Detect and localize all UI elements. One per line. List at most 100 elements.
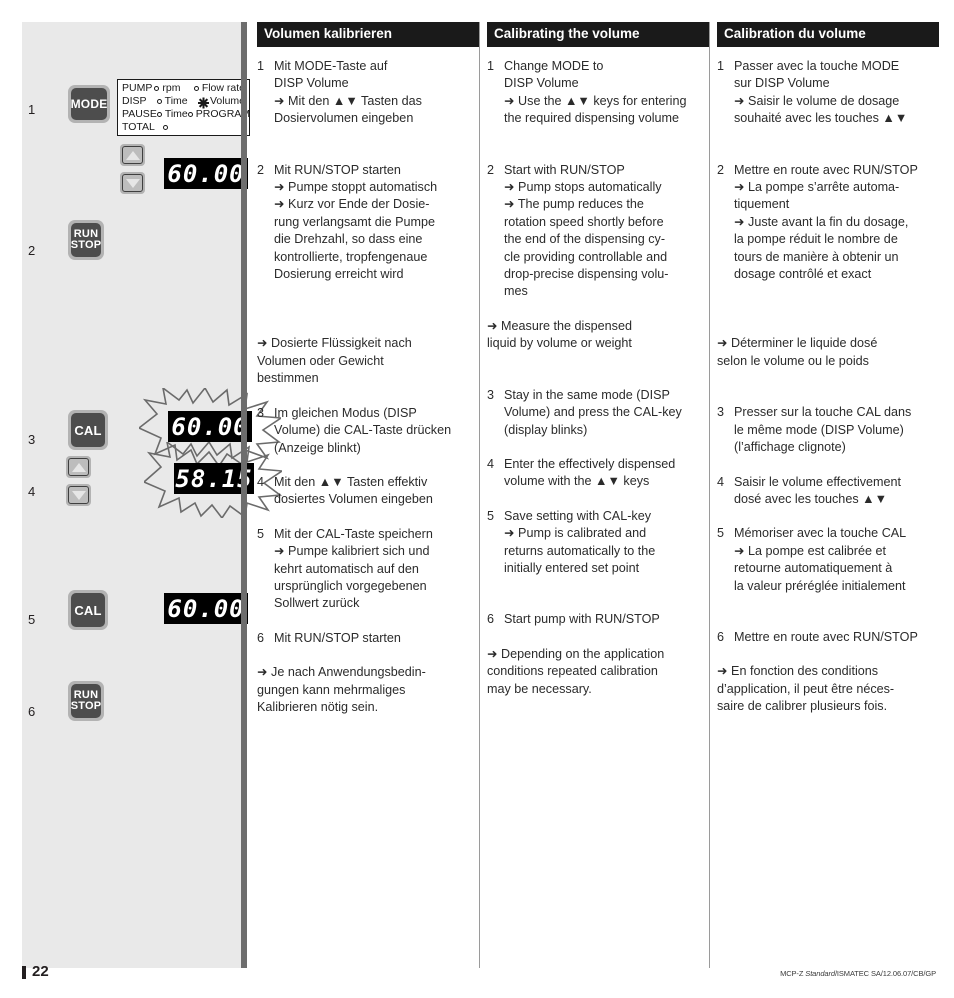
step-text-line: dosé avec les touches ▲▼ [734,491,888,506]
instruction-step: 2 Mit RUN/STOP starten ➜ Pumpe stoppt auto… [257,162,479,284]
step-text-line: retourne automatiquement à [734,561,893,576]
step-text-line: tours de manière à obtenir un [734,249,899,264]
step-text-line: la pompe réduit le nombre de [734,232,898,247]
step-number: 1 [487,59,495,73]
step-text: Start pump with RUN/STOP [504,611,709,628]
step-text-line: Mémoriser avec la touche CAL [734,526,907,541]
step-text: Mémoriser avec la touche CAL ➜ La pompe e… [734,525,945,595]
instruction-step: 5 Save setting with CAL-key ➜ Pump is cali… [487,508,709,578]
step-text-line: tiquement [734,197,790,212]
instruction-step: 3 Im gleichen Modus (DISP Volume) die CAL-… [257,405,479,457]
up-arrow-button-step4[interactable] [66,456,91,478]
step-text-line: le même mode (DISP Volume) [734,422,904,437]
down-arrow-button[interactable] [120,172,145,194]
step-number: 6 [257,630,265,645]
step-text: Mettre en route avec RUN/STOP [734,629,945,646]
step-text-line: Start with RUN/STOP [504,162,625,177]
step-text-line: ➜ La pompe est calibrée et [734,543,886,558]
cal-button-label: CAL [74,422,102,438]
step-text-line: returns automatically to the [504,543,656,558]
step-text-line: souhaité avec les touches ▲▼ [734,111,908,126]
mode-row-label-pause: PAUSE [122,108,157,120]
step-number: 6 [717,629,725,644]
manual-page: 1 MODE PUMP rpm Flow rate DISP Time Volu… [0,0,954,998]
illustration-panel-edge [241,22,247,968]
radio-dot-icon [156,99,162,104]
step-text: Presser sur la touche CAL dans le même mo… [734,404,945,456]
step-number: 2 [257,162,265,177]
step-text-line: kehrt automatisch auf den [274,561,419,576]
down-arrow-button-step4[interactable] [66,484,91,506]
instruction-step: 6 Mit RUN/STOP starten [257,630,479,647]
mode-option-time-disp: Time [164,95,188,107]
step-text-line: mes [504,284,528,299]
step-text-line: Mit den ▲▼ Tasten effektiv [274,474,428,489]
mode-option-rpm: rpm [162,82,181,94]
step-text-line: ➜ La pompe s’arrête automa- [734,180,900,195]
cal-button-step3[interactable]: CAL [68,410,108,450]
triangle-down-icon [71,490,86,500]
mode-row-label-disp: DISP [122,95,147,107]
note-text-line: selon le volume ou le poids [717,353,869,368]
instruction-note: ➜ Déterminer le liquide dosé selon le vol… [717,335,945,370]
illustration-panel: 1 MODE PUMP rpm Flow rate DISP Time Volu… [22,22,282,968]
step-text-line: ursprünglich vorgegebenen [274,578,427,593]
instruction-step: 5 Mémoriser avec la touche CAL ➜ La pompe … [717,525,945,595]
note-text-line: gungen kann mehrmaliges [257,682,406,697]
step-text-line: Mit RUN/STOP starten [274,630,401,645]
step-text: Mit den ▲▼ Tasten effektiv dosiertes Volu… [274,474,479,509]
step-text-line: ➜ Pumpe stoppt automatisch [274,180,438,195]
run-stop-button-step6[interactable]: RUN STOP [68,681,104,721]
lcd-display-step1: 60.00 [164,158,248,189]
instruction-note: ➜ Measure the dispensed liquid by volume … [487,318,709,353]
cal-button-step5[interactable]: CAL [68,590,108,630]
instruction-step: 2 Mettre en route avec RUN/STOP ➜ La pompe… [717,162,945,284]
step-text-line: rung verlangsamt die Pumpe [274,214,436,229]
step-text: Enter the effectively dispensed volume wi… [504,456,709,491]
note-text-line: may be necessary. [487,681,592,696]
step-number: 2 [717,162,725,177]
step-text-line: Im gleichen Modus (DISP [274,405,417,420]
step-text-line: (Anzeige blinkt) [274,440,361,455]
step-text-line: Start pump with RUN/STOP [504,612,660,627]
instruction-step: 6 Start pump with RUN/STOP [487,611,709,628]
step-text-line: initially entered set point [504,560,640,575]
step-number: 6 [487,612,495,627]
instruction-step: 3 Presser sur la touche CAL dans le même m… [717,404,945,456]
step-text: Passer avec la touche MODE sur DISP Volum… [734,58,945,128]
mode-button-label: MODE [70,97,108,111]
radio-dot-icon [163,125,168,130]
step-text-line: volume with the ▲▼ keys [504,474,650,489]
step-text: Mit MODE-Taste auf DISP Volume ➜ Mit den ▲… [274,58,479,128]
column-title-french: Calibration du volume [717,22,939,47]
instruction-step: 4 Saisir le volume effectivement dosé avec… [717,474,945,509]
run-stop-button-step2[interactable]: RUN STOP [68,220,104,260]
step-number: 3 [487,387,495,402]
step-number: 5 [717,526,725,541]
step-text-line: ➜ The pump reduces the [504,197,644,212]
step-text-line: Volume) and press the CAL-key [504,405,682,420]
step-text-line: ➜ Pumpe kalibriert sich und [274,544,430,559]
step-text-line: Mettre en route avec RUN/STOP [734,162,918,177]
radio-dot-icon [154,86,160,91]
footer-code-prefix: MCP-Z [780,969,806,978]
step-text-line: Stay in the same mode (DISP [504,387,670,402]
step-text: Mit RUN/STOP starten [274,630,479,647]
step-number: 5 [257,526,265,541]
up-arrow-button[interactable] [120,144,145,166]
document-footer-code: MCP-Z Standard/ISMATEC SA/12.06.07/CB/GP [780,969,936,978]
mode-button[interactable]: MODE [68,85,110,123]
